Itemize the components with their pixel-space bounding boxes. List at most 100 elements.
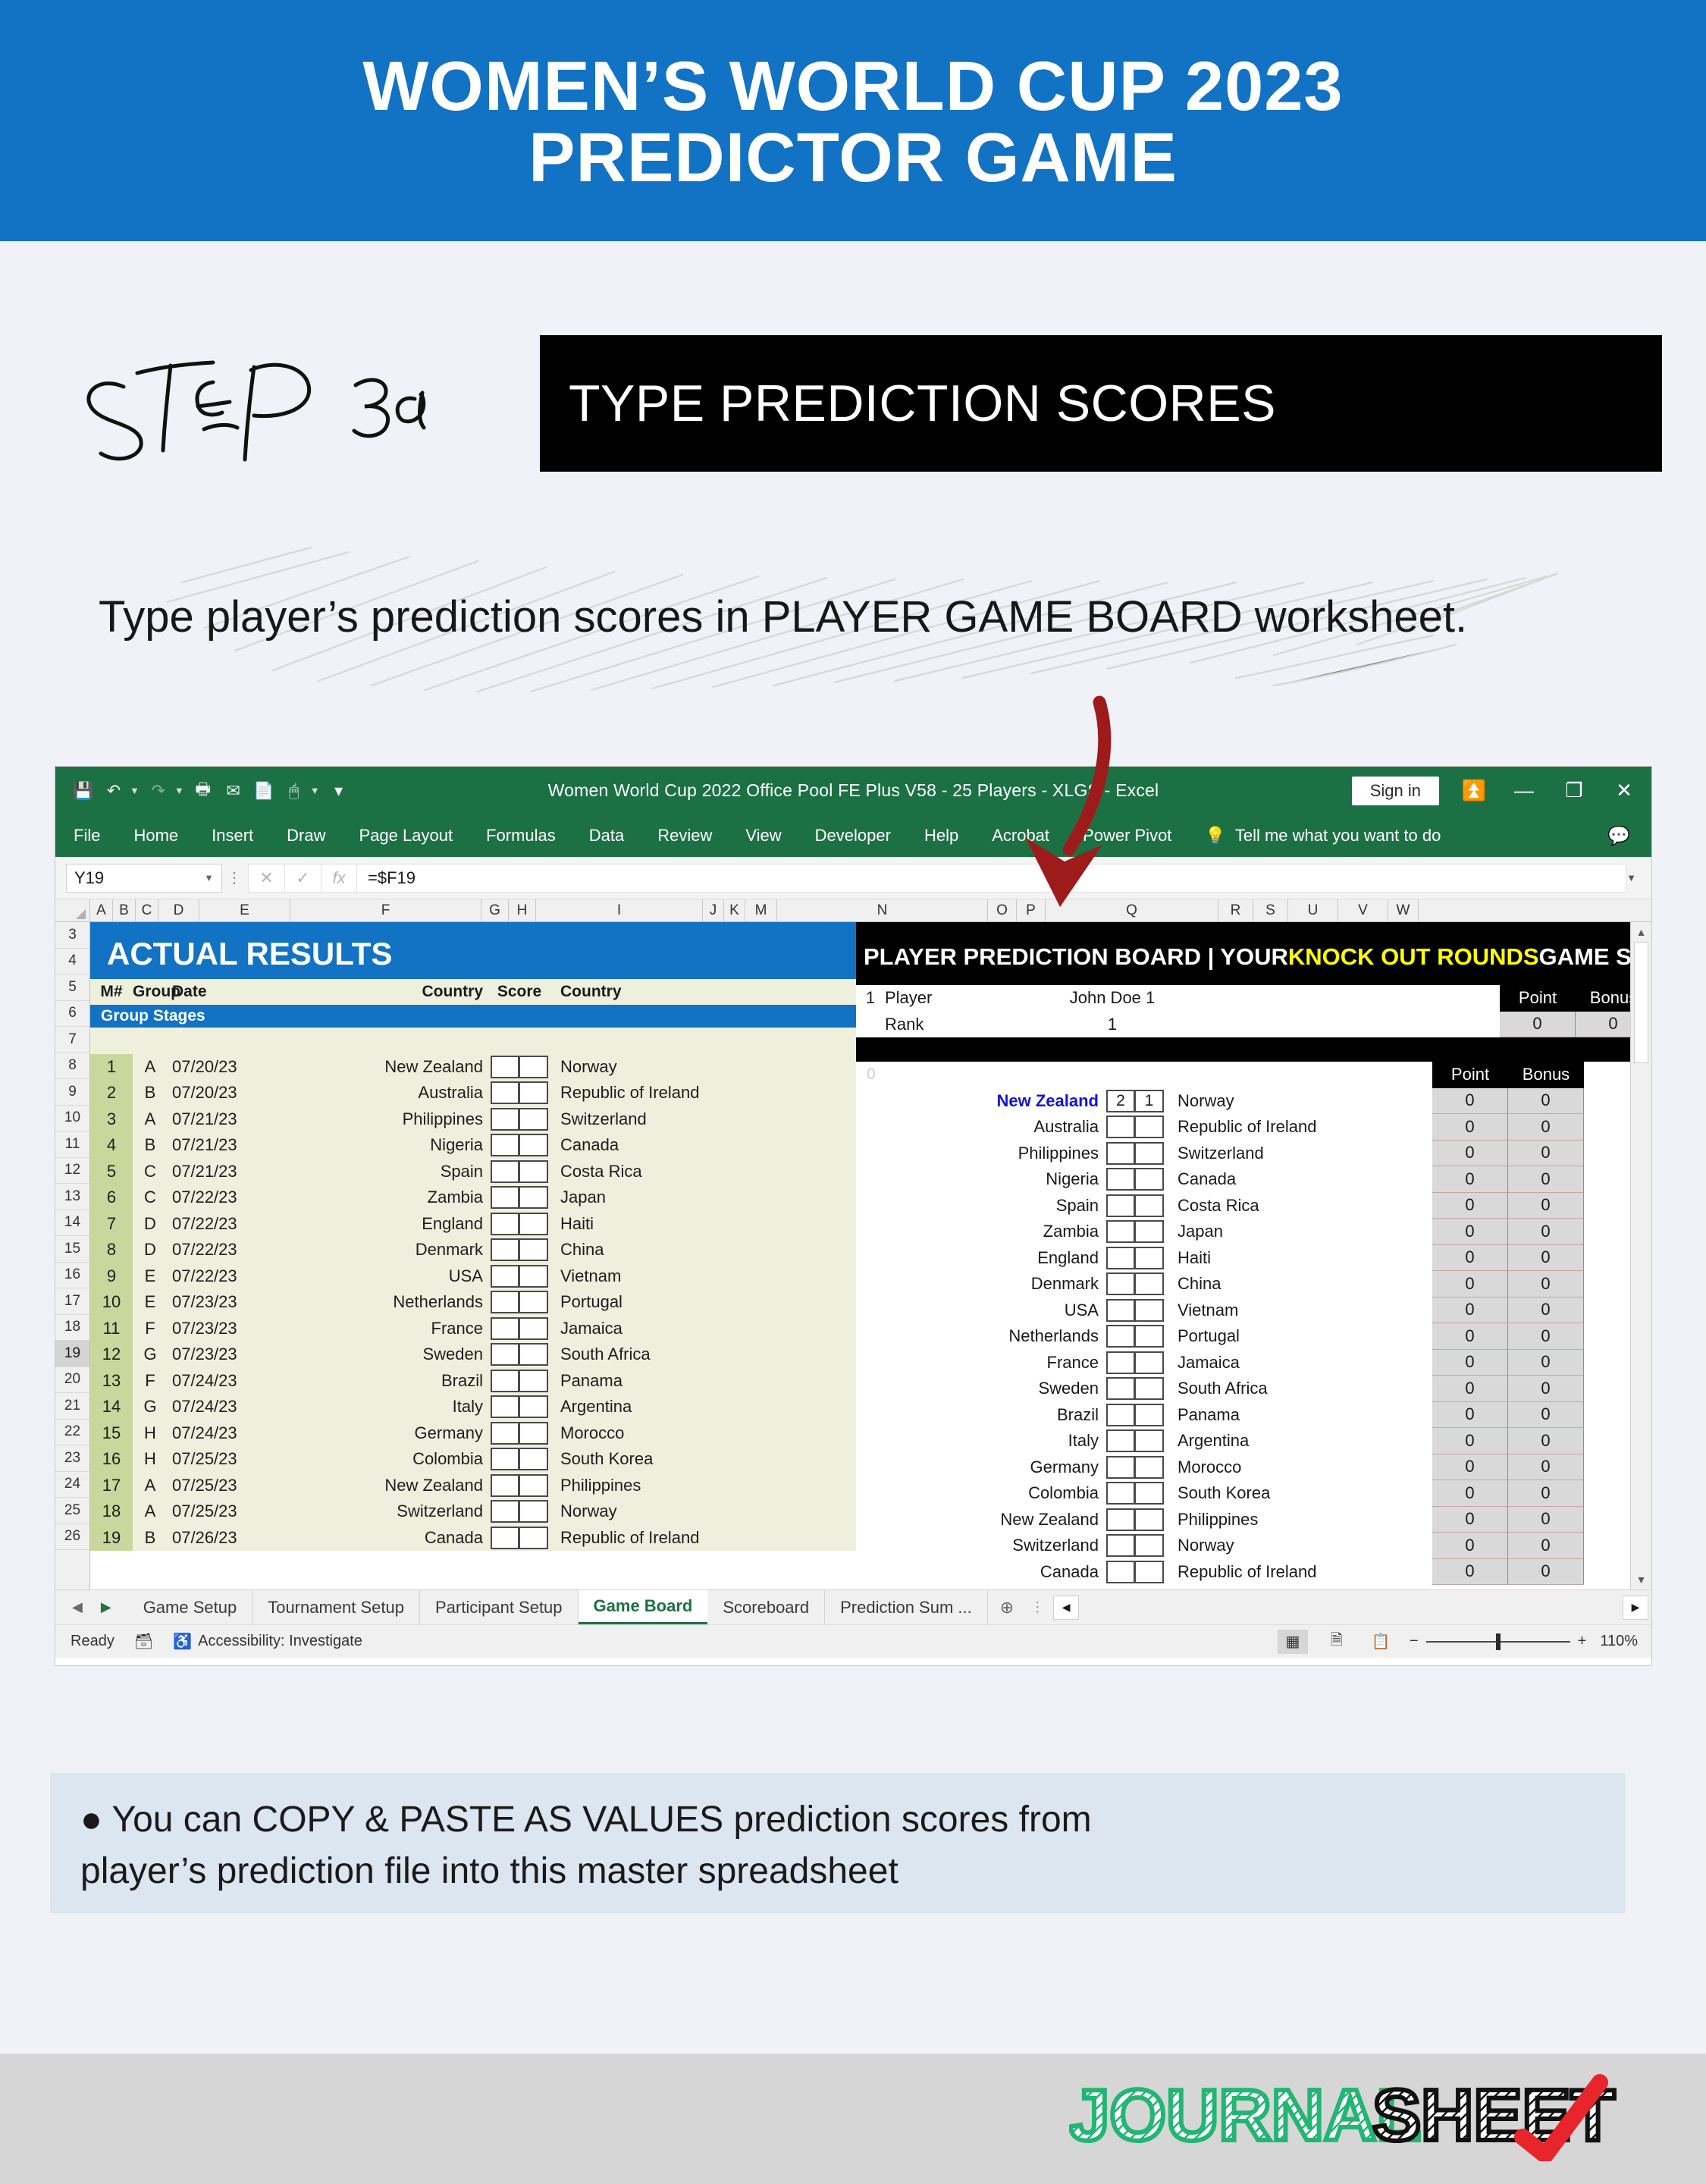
fixture-score-away-cell[interactable]: [519, 1264, 548, 1288]
zoom-track[interactable]: [1425, 1633, 1570, 1650]
prediction-row[interactable]: Germany Morocco: [856, 1454, 1432, 1481]
player-name-value[interactable]: John Doe 1: [999, 988, 1226, 1008]
prediction-score-home-cell[interactable]: [1106, 1534, 1135, 1558]
prediction-score-home-cell[interactable]: [1106, 1298, 1135, 1322]
fixture-score-away-cell[interactable]: [519, 1500, 548, 1523]
ribbon-tab-page-layout[interactable]: Page Layout: [359, 826, 453, 846]
new-sheet-button[interactable]: ⊕: [988, 1590, 1026, 1624]
row-header-4[interactable]: 4: [55, 949, 89, 974]
prediction-score-away-cell[interactable]: [1135, 1272, 1164, 1296]
fixture-row[interactable]: 11 F 07/23/23 France Jamaica: [90, 1315, 856, 1341]
prediction-score-home-cell[interactable]: [1106, 1403, 1135, 1426]
prediction-score-away-cell[interactable]: [1135, 1508, 1164, 1531]
sheet-tab-game-board[interactable]: Game Board: [578, 1590, 708, 1624]
prediction-score-away-cell[interactable]: [1135, 1325, 1164, 1348]
tab-prev-icon[interactable]: ◀: [72, 1599, 83, 1615]
fixture-row[interactable]: 2 B 07/20/23 Australia Republic of Ireland: [90, 1080, 856, 1106]
column-header-v[interactable]: V: [1338, 899, 1388, 921]
vertical-scroll-thumb[interactable]: [1634, 942, 1648, 1063]
fixture-score-home-cell[interactable]: [491, 1526, 519, 1549]
zoom-out-icon[interactable]: −: [1410, 1633, 1419, 1650]
prediction-score-away-cell[interactable]: [1135, 1482, 1164, 1505]
row-header-20[interactable]: 20: [55, 1367, 89, 1393]
prediction-row[interactable]: England Haiti: [856, 1245, 1432, 1272]
prediction-score-home-cell[interactable]: [1106, 1508, 1135, 1531]
column-header-g[interactable]: G: [481, 899, 509, 921]
fixture-score-home-cell[interactable]: [491, 1134, 519, 1157]
row-header-5[interactable]: 5: [55, 974, 89, 1001]
row-header-26[interactable]: 26: [55, 1524, 89, 1550]
prediction-score-home-cell[interactable]: [1106, 1560, 1135, 1583]
row-header-16[interactable]: 16: [55, 1263, 89, 1288]
fixture-row[interactable]: 17 A 07/25/23 New Zealand Philippines: [90, 1472, 856, 1498]
fixture-row[interactable]: 10 E 07/23/23 Netherlands Portugal: [90, 1289, 856, 1316]
column-header-i[interactable]: I: [536, 899, 703, 921]
scroll-down-icon[interactable]: ▼: [1631, 1570, 1651, 1589]
row-header-7[interactable]: 7: [55, 1027, 89, 1053]
fixture-score-home-cell[interactable]: [491, 1395, 519, 1419]
row-header-6[interactable]: 6: [55, 1001, 89, 1027]
fixture-row[interactable]: 19 B 07/26/23 Canada Republic of Ireland: [90, 1524, 856, 1551]
page-break-preview-icon[interactable]: 📋: [1366, 1630, 1396, 1654]
fixture-score-away-cell[interactable]: [519, 1395, 548, 1419]
column-header-r[interactable]: R: [1218, 899, 1253, 921]
prediction-score-home-cell[interactable]: [1106, 1246, 1135, 1269]
prediction-row[interactable]: Zambia Japan: [856, 1219, 1432, 1245]
row-header-3[interactable]: 3: [55, 922, 89, 949]
fixture-score-home-cell[interactable]: [491, 1055, 519, 1078]
sheet-tab-game-setup[interactable]: Game Setup: [128, 1590, 253, 1624]
horizontal-scrollbar[interactable]: ◀ ▶: [1050, 1590, 1651, 1624]
fixture-row[interactable]: 12 G 07/23/23 Sweden South Africa: [90, 1341, 856, 1368]
fixture-score-home-cell[interactable]: [491, 1421, 519, 1445]
column-header-a[interactable]: A: [90, 899, 113, 921]
minimize-icon[interactable]: —: [1509, 779, 1539, 802]
column-header-d[interactable]: D: [158, 899, 199, 921]
zoom-slider[interactable]: − +: [1410, 1633, 1586, 1650]
fixture-row[interactable]: 9 E 07/22/23 USA Vietnam: [90, 1263, 856, 1289]
formula-bar-grip[interactable]: ⋮: [222, 868, 248, 887]
prediction-score-home-cell[interactable]: [1106, 1325, 1135, 1348]
fixture-score-home-cell[interactable]: [491, 1081, 519, 1105]
scroll-up-icon[interactable]: ▲: [1631, 922, 1651, 942]
recording-macro-icon[interactable]: 🗃: [134, 1632, 153, 1651]
sign-in-button[interactable]: Sign in: [1351, 776, 1439, 805]
fixture-row[interactable]: 15 H 07/24/23 Germany Morocco: [90, 1420, 856, 1446]
prediction-score-away-cell[interactable]: [1135, 1246, 1164, 1269]
row-header-24[interactable]: 24: [55, 1472, 89, 1498]
column-header-h[interactable]: H: [509, 899, 536, 921]
prediction-score-home-cell[interactable]: [1106, 1272, 1135, 1296]
prediction-score-home-cell[interactable]: [1106, 1351, 1135, 1374]
fixture-score-away-cell[interactable]: [519, 1134, 548, 1157]
row-header-21[interactable]: 21: [55, 1393, 89, 1420]
prediction-score-away-cell[interactable]: [1135, 1429, 1164, 1453]
ribbon-tab-developer[interactable]: Developer: [815, 826, 891, 846]
zoom-in-icon[interactable]: +: [1578, 1633, 1587, 1650]
fixture-score-away-cell[interactable]: [519, 1081, 548, 1105]
prediction-score-away-cell[interactable]: [1135, 1455, 1164, 1479]
enter-formula-icon[interactable]: ✓: [284, 863, 321, 893]
ribbon-tab-help[interactable]: Help: [924, 826, 958, 846]
ribbon-tab-review[interactable]: Review: [657, 826, 712, 846]
fixture-row[interactable]: 4 B 07/21/23 Nigeria Canada: [90, 1132, 856, 1159]
ribbon-tab-bar[interactable]: File Home Insert Draw Page Layout Formul…: [55, 814, 1651, 857]
column-header-j[interactable]: J: [703, 899, 724, 921]
fixture-score-away-cell[interactable]: [519, 1212, 548, 1235]
row-header-8[interactable]: 8: [55, 1053, 89, 1079]
ribbon-tab-file[interactable]: File: [74, 826, 100, 846]
prediction-score-home-cell[interactable]: [1106, 1455, 1135, 1479]
column-header-o[interactable]: O: [988, 899, 1017, 921]
ribbon-tab-draw[interactable]: Draw: [287, 826, 325, 846]
prediction-row[interactable]: Colombia South Korea: [856, 1480, 1432, 1507]
column-header-f[interactable]: F: [290, 899, 481, 921]
fixture-row[interactable]: 7 D 07/22/23 England Haiti: [90, 1210, 856, 1237]
fixture-row[interactable]: 1 A 07/20/23 New Zealand Norway: [90, 1053, 856, 1080]
prediction-row[interactable]: Brazil Panama: [856, 1402, 1432, 1429]
sheet-tab-nav[interactable]: ◀ ▶: [55, 1590, 128, 1624]
fixture-score-away-cell[interactable]: [519, 1186, 548, 1210]
prediction-score-away-cell[interactable]: 1: [1135, 1089, 1164, 1112]
name-box-dropdown-icon[interactable]: ▼: [204, 872, 214, 883]
prediction-score-home-cell[interactable]: [1106, 1168, 1135, 1191]
column-header-q[interactable]: Q: [1046, 899, 1218, 921]
page-layout-view-icon[interactable]: 🗎: [1322, 1630, 1352, 1654]
row-header-25[interactable]: 25: [55, 1498, 89, 1524]
